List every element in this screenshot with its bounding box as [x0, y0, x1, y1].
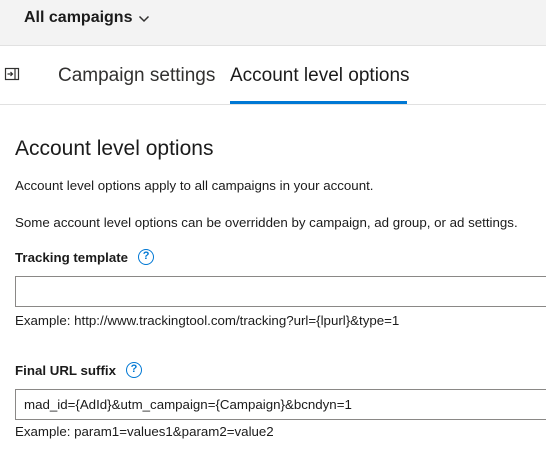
tracking-template-label-row: Tracking template ?: [15, 249, 155, 265]
page-description: Account level options apply to all campa…: [15, 178, 374, 193]
help-icon[interactable]: ?: [138, 249, 155, 265]
tab-campaign-settings[interactable]: Campaign settings: [58, 65, 215, 87]
chevron-down-icon: [139, 15, 150, 23]
final-url-suffix-label: Final URL suffix: [15, 362, 116, 378]
final-url-suffix-input[interactable]: [15, 389, 546, 420]
final-url-suffix-example: Example: param1=values1&param2=value2: [15, 424, 274, 439]
tab-bar: Campaign settings Account level options: [0, 46, 546, 105]
final-url-suffix-label-row: Final URL suffix ?: [15, 362, 142, 378]
page-title: Account level options: [15, 137, 214, 160]
campaign-picker[interactable]: All campaigns: [24, 9, 150, 27]
tracking-template-example: Example: http://www.trackingtool.com/tra…: [15, 313, 400, 328]
campaign-picker-label: All campaigns: [24, 9, 133, 26]
tab-account-level-options[interactable]: Account level options: [230, 65, 410, 87]
tracking-template-input[interactable]: [15, 276, 546, 307]
collapse-panel-icon[interactable]: [4, 66, 20, 82]
tracking-template-label: Tracking template: [15, 249, 129, 265]
active-tab-indicator: [230, 101, 407, 104]
override-note: Some account level options can be overri…: [15, 215, 518, 230]
top-bar: All campaigns: [0, 0, 546, 46]
help-icon[interactable]: ?: [125, 362, 142, 378]
